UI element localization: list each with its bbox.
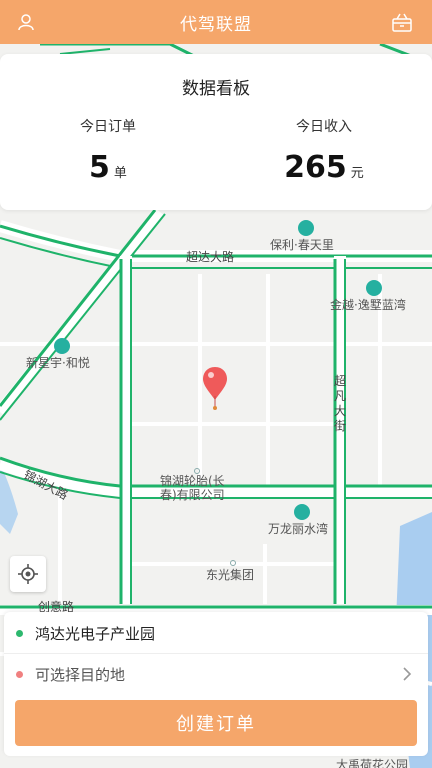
crosshair-icon <box>18 564 38 584</box>
orders-label: 今日订单 <box>80 119 136 135</box>
income-unit: 元 <box>350 166 364 181</box>
locate-button[interactable] <box>10 556 46 592</box>
poi-marker-icon <box>366 280 382 296</box>
dashboard-title: 数据看板 <box>182 79 250 99</box>
income-label: 今日收入 <box>296 119 352 135</box>
poi-marker-icon <box>298 220 314 236</box>
order-panel: 鸿达光电子产业园 可选择目的地 创建订单 <box>4 612 428 756</box>
destination-row[interactable]: 可选择目的地 <box>4 654 428 694</box>
poi-dot-icon <box>230 560 236 566</box>
poi-label[interactable]: 东光集团 <box>206 560 254 583</box>
chevron-right-icon <box>403 667 412 681</box>
income-value: 265 <box>284 150 347 185</box>
create-order-button[interactable]: 创建订单 <box>15 700 417 746</box>
destination-placeholder: 可选择目的地 <box>35 665 126 684</box>
app-title: 代驾联盟 <box>180 14 252 35</box>
income-stat: 今日收入 265 元 <box>216 116 432 185</box>
poi-marker-icon <box>54 338 70 354</box>
pickup-row[interactable]: 鸿达光电子产业园 <box>4 614 428 654</box>
road-label: 超凡大街 <box>334 374 347 433</box>
orders-value: 5 <box>89 150 110 185</box>
poi-label[interactable]: 万龙丽水湾 <box>268 504 328 537</box>
poi-label[interactable]: 保利·春天里 <box>270 220 334 253</box>
orders-unit: 单 <box>113 166 127 181</box>
user-icon[interactable] <box>14 10 38 34</box>
destination-dot-icon <box>16 670 23 678</box>
pickup-location: 鸿达光电子产业园 <box>35 625 156 643</box>
poi-label[interactable]: 锦湖轮胎(长春)有限公司 <box>160 468 240 502</box>
poi-label[interactable]: 金越·逸墅蓝湾 <box>330 280 406 313</box>
app-header: 代驾联盟 <box>0 0 432 44</box>
poi-marker-icon <box>294 504 310 520</box>
poi-label[interactable]: 大禹荷花公园 <box>336 756 408 768</box>
orders-stat: 今日订单 5单 <box>0 116 216 185</box>
dashboard-card: 数据看板 今日订单 5单 今日收入 265 元 <box>0 54 432 210</box>
gift-box-icon[interactable] <box>390 10 414 34</box>
pickup-dot-icon <box>16 630 23 637</box>
road-label: 超达大路 <box>186 250 235 264</box>
poi-label[interactable]: 新星宇·和悦 <box>26 338 90 371</box>
